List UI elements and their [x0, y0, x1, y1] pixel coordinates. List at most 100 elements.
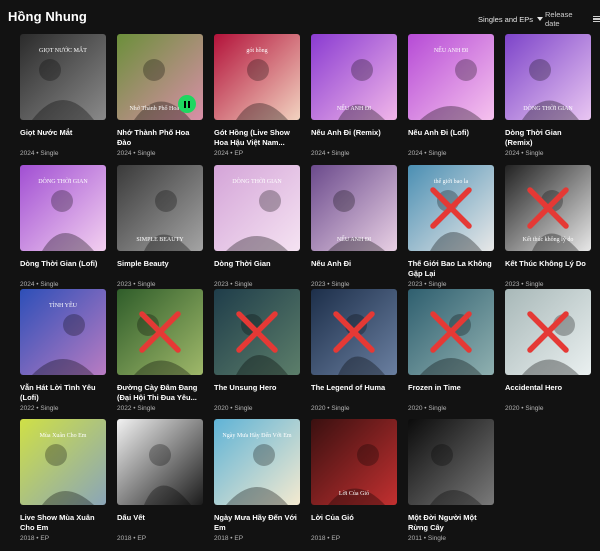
- release-type: Single: [525, 150, 544, 157]
- release-card[interactable]: NẾU ANH ĐI Nếu Anh Đi (Remix) 2024 • Singl…: [311, 34, 397, 158]
- release-type: EP: [234, 535, 244, 542]
- release-title[interactable]: Simple Beauty: [117, 259, 203, 279]
- sort-label: Release date: [545, 10, 573, 28]
- release-card[interactable]: The Unsung Hero 2020 • Single: [214, 289, 300, 413]
- release-card[interactable]: NẾU ANH ĐI Nếu Anh Đi (Lofi) 2024 • Single: [408, 34, 494, 158]
- release-cover[interactable]: TÌNH YÊU: [20, 289, 106, 375]
- cover-art-image: Kết thúc không lý do: [505, 165, 591, 251]
- release-title[interactable]: Nếu Anh Đi (Remix): [311, 128, 397, 148]
- release-cover[interactable]: [408, 289, 494, 375]
- release-title[interactable]: The Legend of Huma: [311, 383, 397, 403]
- pause-button[interactable]: [178, 95, 196, 113]
- release-title[interactable]: Gót Hồng (Live Show Hoa Hậu Việt Nam...: [214, 128, 300, 148]
- release-cover[interactable]: [117, 419, 203, 505]
- release-type: Single: [137, 150, 156, 157]
- release-type: Single: [428, 405, 447, 412]
- release-type: Single: [428, 150, 447, 157]
- release-type: Single: [428, 281, 447, 288]
- release-cover[interactable]: NẾU ANH ĐI: [408, 34, 494, 120]
- release-cover[interactable]: [214, 289, 300, 375]
- release-title[interactable]: Lời Của Gió: [311, 513, 397, 533]
- release-cover[interactable]: gót hồng: [214, 34, 300, 120]
- release-card[interactable]: SIMPLE BEAUTY Simple Beauty 2023 • Single: [117, 165, 203, 289]
- release-meta: 2024 • Single: [408, 149, 494, 158]
- release-type-filter-dropdown[interactable]: Singles and EPs: [478, 13, 544, 25]
- release-card[interactable]: TÌNH YÊU Vẫn Hát Lời Tình Yêu (Lofi) 2022 …: [20, 289, 106, 413]
- cover-art-text: Kết thúc không lý do: [523, 236, 574, 243]
- pause-icon: [183, 95, 191, 113]
- discography-page: Hồng Nhung Singles and EPs Release date …: [0, 0, 600, 551]
- release-title[interactable]: Giọt Nước Mắt: [20, 128, 106, 148]
- release-card[interactable]: Kết thúc không lý do Kết Thúc Không Lý Do…: [505, 165, 591, 289]
- release-title[interactable]: Live Show Mùa Xuân Cho Em: [20, 513, 106, 533]
- release-year: 2023: [505, 281, 520, 288]
- release-cover[interactable]: Nhớ Thành Phố Hoa Đào: [117, 34, 203, 120]
- cover-art-image: [311, 289, 397, 375]
- release-card[interactable]: Frozen in Time 2020 • Single: [408, 289, 494, 413]
- release-card[interactable]: Mùa Xuân Cho Em Live Show Mùa Xuân Cho Em…: [20, 419, 106, 543]
- release-title[interactable]: Vẫn Hát Lời Tình Yêu (Lofi): [20, 383, 106, 403]
- release-meta: 2024 • Single: [311, 149, 397, 158]
- release-title[interactable]: Nếu Anh Đi: [311, 259, 397, 279]
- release-title[interactable]: Thế Giới Bao La Không Gặp Lại: [408, 259, 494, 279]
- cover-art-text: DÒNG THỜI GIAN: [523, 104, 573, 112]
- release-card[interactable]: GIỌT NƯỚC MẮT Giọt Nước Mắt 2024 • Single: [20, 34, 106, 158]
- release-cover[interactable]: NẾU ANH ĐI: [311, 165, 397, 251]
- release-card[interactable]: DÒNG THỜI GIAN Dòng Thời Gian (Remix) 2024…: [505, 34, 591, 158]
- release-title[interactable]: Dấu Vết: [117, 513, 203, 533]
- release-title[interactable]: Kết Thúc Không Lý Do: [505, 259, 591, 279]
- release-cover[interactable]: [408, 419, 494, 505]
- release-cover[interactable]: GIỌT NƯỚC MẮT: [20, 34, 106, 120]
- release-cover[interactable]: Lời Của Gió: [311, 419, 397, 505]
- release-card[interactable]: The Legend of Huma 2020 • Single: [311, 289, 397, 413]
- release-card[interactable]: Lời Của Gió Lời Của Gió 2018 • EP: [311, 419, 397, 543]
- release-card[interactable]: DÒNG THỜI GIAN Dòng Thời Gian (Lofi) 2024 …: [20, 165, 106, 289]
- release-card[interactable]: Đường Cày Đâm Đang (Đại Hội Thi Đua Yêu.…: [117, 289, 203, 413]
- cover-art-image: [117, 419, 203, 505]
- release-type: Single: [40, 405, 59, 412]
- release-title[interactable]: Frozen in Time: [408, 383, 494, 403]
- release-title[interactable]: Accidental Hero: [505, 383, 591, 403]
- release-title[interactable]: Nhớ Thành Phố Hoa Đào: [117, 128, 203, 148]
- release-cover[interactable]: DÒNG THỜI GIAN: [20, 165, 106, 251]
- release-year: 2023: [117, 281, 132, 288]
- release-cover[interactable]: Mùa Xuân Cho Em: [20, 419, 106, 505]
- release-card[interactable]: Một Đời Người Một Rừng Cây 2011 • Single: [408, 419, 494, 543]
- release-title[interactable]: Đường Cày Đâm Đang (Đại Hội Thi Đua Yêu.…: [117, 383, 203, 403]
- release-title[interactable]: The Unsung Hero: [214, 383, 300, 403]
- release-card[interactable]: DÒNG THỜI GIAN Dòng Thời Gian 2023 • Singl…: [214, 165, 300, 289]
- cover-art-image: Lời Của Gió: [311, 419, 397, 505]
- release-cover[interactable]: SIMPLE BEAUTY: [117, 165, 203, 251]
- release-cover[interactable]: thế giới bao la: [408, 165, 494, 251]
- release-title[interactable]: Một Đời Người Một Rừng Cây: [408, 513, 494, 533]
- release-year: 2018: [311, 535, 326, 542]
- release-cover[interactable]: DÒNG THỜI GIAN: [214, 165, 300, 251]
- release-card[interactable]: Ngày Mưa Hãy Đến Với Em Ngày Mưa Hãy Đến …: [214, 419, 300, 543]
- release-cover[interactable]: [117, 289, 203, 375]
- cover-art-text: GIỌT NƯỚC MẮT: [39, 46, 87, 54]
- cover-art-text: SIMPLE BEAUTY: [136, 237, 184, 243]
- release-card[interactable]: Dấu Vết 2018 • EP: [117, 419, 203, 543]
- release-year: 2022: [117, 405, 132, 412]
- release-card[interactable]: Accidental Hero 2020 • Single: [505, 289, 591, 413]
- release-title[interactable]: Nếu Anh Đi (Lofi): [408, 128, 494, 148]
- release-card[interactable]: thế giới bao la Thế Giới Bao La Không Gặp…: [408, 165, 494, 289]
- release-cover[interactable]: DÒNG THỜI GIAN: [505, 34, 591, 120]
- release-cover[interactable]: Ngày Mưa Hãy Đến Với Em: [214, 419, 300, 505]
- release-card[interactable]: Nhớ Thành Phố Hoa Đào Nhớ Thành Phố Hoa Đ…: [117, 34, 203, 158]
- release-title[interactable]: Dòng Thời Gian (Remix): [505, 128, 591, 148]
- release-card[interactable]: gót hồng Gót Hồng (Live Show Hoa Hậu Việt…: [214, 34, 300, 158]
- release-meta: 2024 • EP: [214, 149, 300, 158]
- artist-name[interactable]: Hồng Nhung: [8, 9, 87, 24]
- release-cover[interactable]: [311, 289, 397, 375]
- release-type: Single: [234, 405, 253, 412]
- release-title[interactable]: Dòng Thời Gian: [214, 259, 300, 279]
- release-cover[interactable]: NẾU ANH ĐI: [311, 34, 397, 120]
- release-cover[interactable]: [505, 289, 591, 375]
- release-title[interactable]: Dòng Thời Gian (Lofi): [20, 259, 106, 279]
- release-title[interactable]: Ngày Mưa Hãy Đến Với Em: [214, 513, 300, 533]
- sort-by-release-date-button[interactable]: Release date: [545, 10, 600, 28]
- release-cover[interactable]: Kết thúc không lý do: [505, 165, 591, 251]
- release-meta: 2023 • Single: [505, 280, 591, 289]
- release-card[interactable]: NẾU ANH ĐI Nếu Anh Đi 2023 • Single: [311, 165, 397, 289]
